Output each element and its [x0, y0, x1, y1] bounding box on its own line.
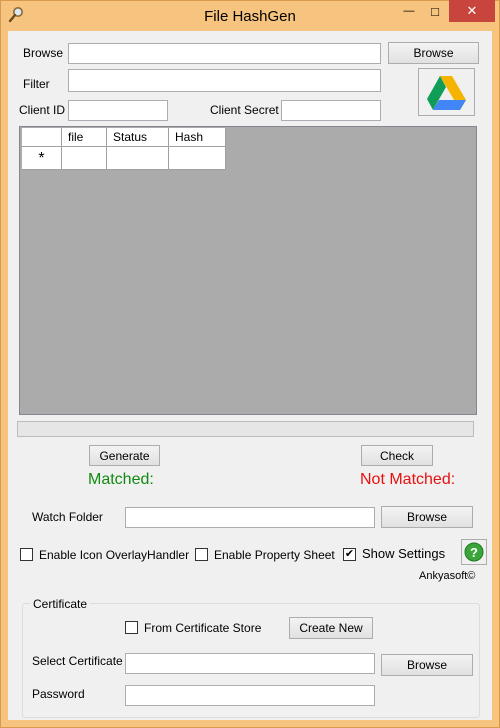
property-sheet-checkbox[interactable] [195, 548, 208, 561]
not-matched-label: Not Matched: [360, 471, 456, 488]
from-certificate-store-label[interactable]: From Certificate Store [144, 621, 261, 635]
help-question-icon: ? [464, 542, 484, 562]
watch-folder-label: Watch Folder [32, 510, 103, 524]
watch-folder-input[interactable] [125, 507, 375, 528]
column-header-status[interactable]: Status [107, 128, 169, 147]
matched-label: Matched: [88, 471, 154, 488]
brand-label: Ankyasoft© [419, 570, 476, 582]
minimize-icon: — [403, 5, 415, 17]
client-id-input[interactable] [68, 100, 168, 121]
new-row-cell-hash[interactable] [169, 147, 226, 170]
certificate-browse-button[interactable]: Browse [381, 654, 473, 676]
progress-bar [17, 421, 474, 437]
column-header-file[interactable]: file [62, 128, 107, 147]
show-settings-checkbox[interactable]: ✔ [343, 548, 356, 561]
maximize-button[interactable]: □ [422, 0, 448, 22]
overlay-handler-label[interactable]: Enable Icon OverlayHandler [39, 548, 189, 562]
browse-button[interactable]: Browse [388, 42, 479, 64]
help-button[interactable]: ? [461, 539, 487, 565]
new-row-cell-file[interactable] [62, 147, 107, 170]
browse-label: Browse [23, 46, 64, 60]
google-drive-icon [427, 76, 466, 110]
client-id-label: Client ID [19, 103, 66, 117]
certificate-group-label: Certificate [30, 597, 91, 611]
select-certificate-label: Select Certificate [32, 654, 123, 668]
overlay-handler-checkbox[interactable] [20, 548, 33, 561]
browse-path-input[interactable] [68, 43, 381, 64]
close-icon: ✕ [466, 3, 478, 18]
show-settings-label[interactable]: Show Settings [362, 547, 445, 561]
client-secret-input[interactable] [281, 100, 381, 121]
filter-input[interactable] [68, 69, 381, 92]
create-new-button[interactable]: Create New [289, 617, 373, 639]
watch-folder-browse-button[interactable]: Browse [381, 506, 473, 528]
maximize-icon: □ [431, 3, 439, 19]
check-button[interactable]: Check [361, 445, 433, 466]
new-row-marker[interactable]: * [22, 147, 62, 170]
new-row-cell-status[interactable] [107, 147, 169, 170]
minimize-button[interactable]: — [396, 0, 422, 22]
client-secret-label: Client Secret [210, 103, 279, 117]
password-label: Password [32, 687, 85, 701]
generate-button[interactable]: Generate [89, 445, 160, 466]
svg-text:?: ? [470, 545, 478, 560]
close-button[interactable]: ✕ [449, 0, 495, 22]
password-input[interactable] [125, 685, 375, 706]
column-header-hash[interactable]: Hash [169, 128, 226, 147]
filter-label: Filter [23, 77, 50, 91]
grid-corner-header[interactable] [22, 128, 62, 147]
google-drive-button[interactable] [418, 68, 475, 116]
from-certificate-store-checkbox[interactable] [125, 621, 138, 634]
select-certificate-input[interactable] [125, 653, 375, 674]
property-sheet-label[interactable]: Enable Property Sheet [214, 548, 335, 562]
